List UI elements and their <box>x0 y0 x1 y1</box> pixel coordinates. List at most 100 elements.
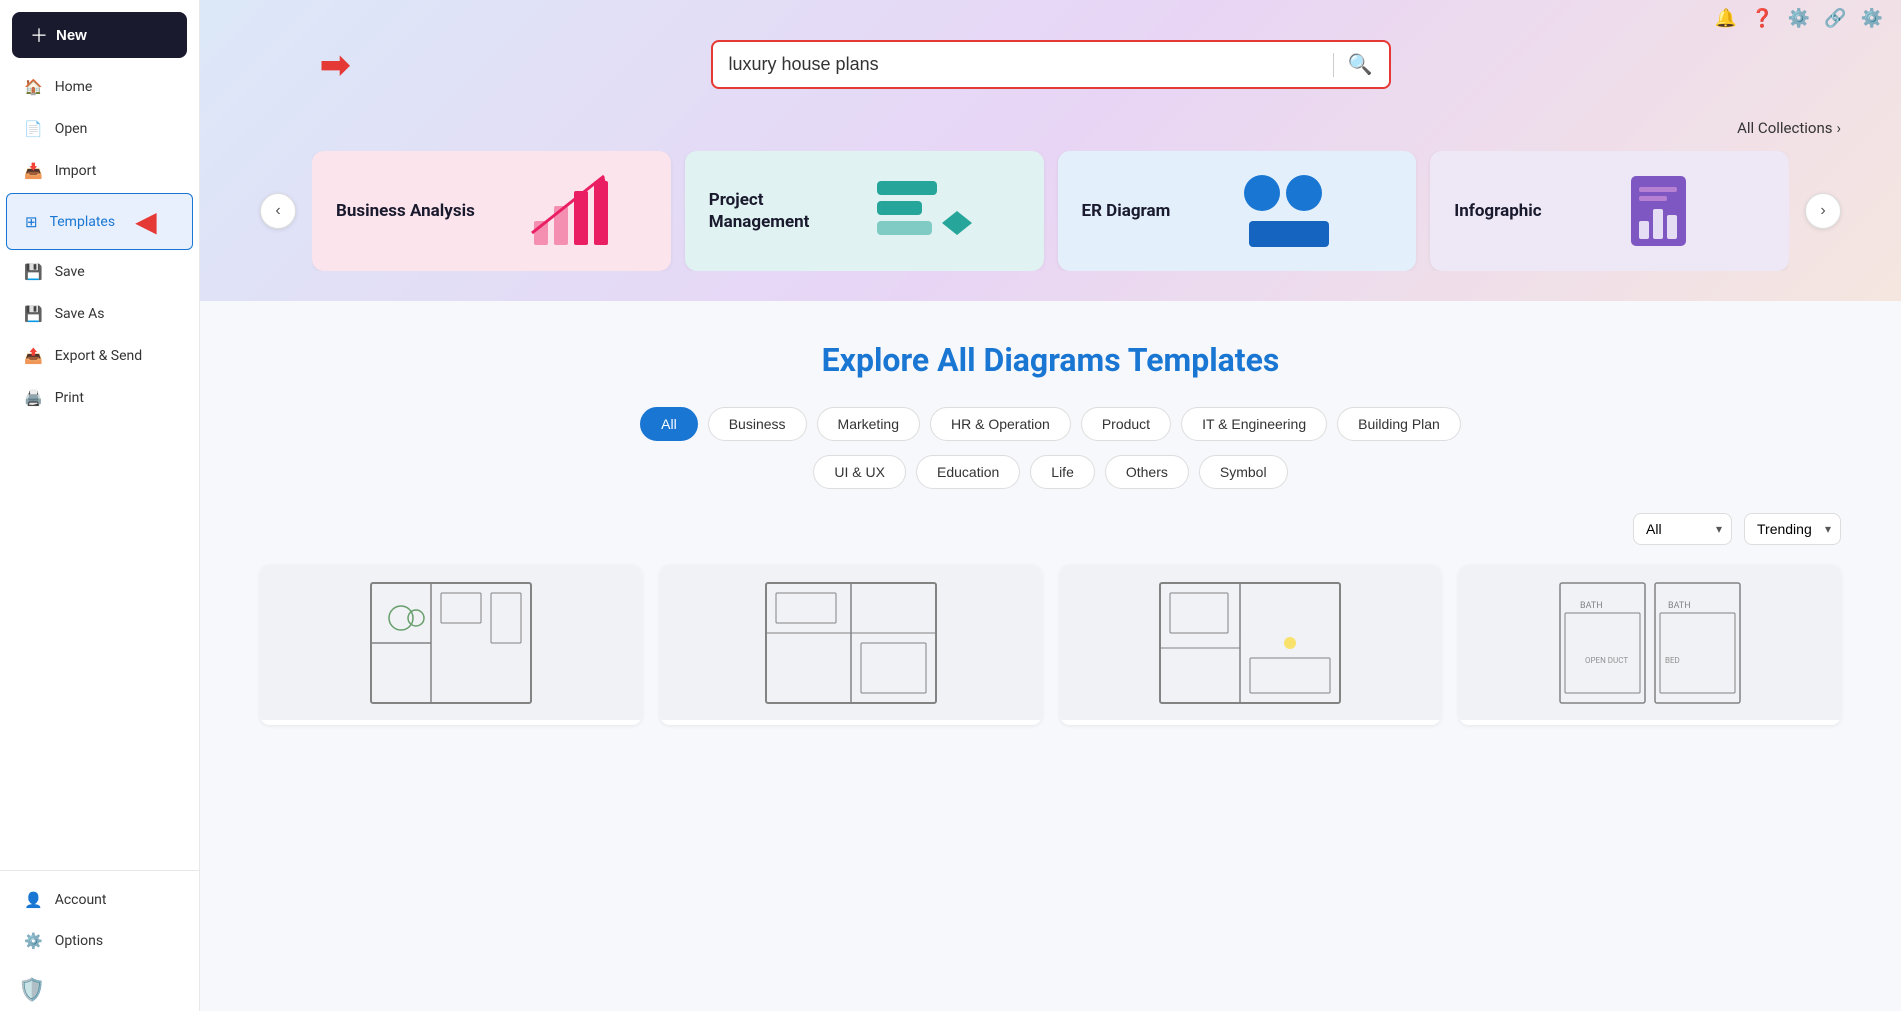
svg-text:BATH: BATH <box>1580 601 1603 611</box>
print-icon: 🖨️ <box>24 389 43 407</box>
export-icon: 📤 <box>24 347 43 365</box>
card-icon-project <box>825 171 1019 251</box>
filter-it-engineering[interactable]: IT & Engineering <box>1181 407 1327 441</box>
carousel-cards: Business Analysis <box>312 151 1789 271</box>
grid-card-3-preview <box>1060 565 1442 720</box>
card-label: Business Analysis <box>336 200 475 222</box>
sidebar-item-templates[interactable]: ⊞ Templates ◀ <box>6 193 193 250</box>
sidebar-annotation-arrow: ◀ <box>135 205 157 238</box>
settings-icon[interactable]: ⚙️ <box>1861 8 1883 29</box>
card-icon-business <box>491 171 647 251</box>
account-icon: 👤 <box>24 891 43 909</box>
filter-others[interactable]: Others <box>1105 455 1189 489</box>
search-input[interactable] <box>725 46 1323 83</box>
sidebar-item-save[interactable]: 💾 Save <box>6 252 193 292</box>
main-content: 🔔 ❓ ⚙️ 🔗 ⚙️ ➡ 🔍 All Collections <box>200 0 1901 1011</box>
sidebar-item-export[interactable]: 📤 Export & Send <box>6 336 193 376</box>
grid-card-1[interactable] <box>260 565 642 725</box>
topbar: 🔔 ❓ ⚙️ 🔗 ⚙️ <box>1697 0 1901 37</box>
notification-icon[interactable]: 🔔 <box>1715 8 1737 29</box>
grid-card-1-preview <box>260 565 642 720</box>
grid-card-2[interactable] <box>660 565 1042 725</box>
carousel-next-button[interactable]: › <box>1805 193 1841 229</box>
filter-ui-ux[interactable]: UI & UX <box>813 455 906 489</box>
type-dropdown[interactable]: All Free Premium <box>1633 513 1732 545</box>
filter-life[interactable]: Life <box>1030 455 1095 489</box>
filter-business[interactable]: Business <box>708 407 807 441</box>
filter-symbol[interactable]: Symbol <box>1199 455 1288 489</box>
grid-card-2-preview <box>660 565 1042 720</box>
dropdown-bar: All Free Premium Trending Newest Popular <box>260 513 1841 545</box>
new-label: New <box>56 27 87 44</box>
sidebar-item-account[interactable]: 👤 Account <box>6 880 193 920</box>
import-icon: 📥 <box>24 162 43 180</box>
share-icon[interactable]: 🔗 <box>1824 8 1846 29</box>
card-label: ProjectManagement <box>709 189 810 233</box>
sidebar-item-label: Templates <box>50 214 116 230</box>
grid-card-4-preview: BATH BATH OPEN DUCT BED <box>1459 565 1841 720</box>
help-icon[interactable]: ❓ <box>1751 8 1773 29</box>
svg-text:OPEN DUCT: OPEN DUCT <box>1585 656 1628 665</box>
shield-badge: 🛡️ <box>0 970 199 1011</box>
sidebar-item-label: Export & Send <box>55 348 142 364</box>
search-icon: 🔍 <box>1348 54 1373 76</box>
template-card-business-analysis[interactable]: Business Analysis <box>312 151 671 271</box>
carousel-prev-button[interactable]: ‹ <box>260 193 296 229</box>
all-collections-link[interactable]: All Collections › <box>1737 119 1841 137</box>
filter-all[interactable]: All <box>640 407 698 441</box>
explore-section: Explore All Diagrams Templates All Busin… <box>200 301 1901 765</box>
sidebar-item-options[interactable]: ⚙️ Options <box>6 921 193 961</box>
filter-product[interactable]: Product <box>1081 407 1171 441</box>
template-grid: BATH BATH OPEN DUCT BED <box>260 565 1841 725</box>
options-icon: ⚙️ <box>24 932 43 950</box>
sidebar-item-label: Import <box>55 163 97 179</box>
explore-title-plain: Explore <box>822 341 937 379</box>
svg-text:BATH: BATH <box>1668 601 1691 611</box>
filter-education[interactable]: Education <box>916 455 1020 489</box>
right-arrow-icon: ➡ <box>320 44 350 86</box>
sidebar: ＋ New 🏠 Home 📄 Open 📥 Import ⊞ Templates… <box>0 0 200 1011</box>
grid-card-3[interactable] <box>1060 565 1442 725</box>
hero-section: ➡ 🔍 All Collections › ‹ Bus <box>200 0 1901 301</box>
template-card-infographic[interactable]: Infographic <box>1430 151 1789 271</box>
sidebar-item-label: Account <box>55 892 107 908</box>
sidebar-item-import[interactable]: 📥 Import <box>6 151 193 191</box>
open-icon: 📄 <box>24 120 43 138</box>
sidebar-item-label: Print <box>55 390 84 406</box>
template-card-er-diagram[interactable]: ER Diagram <box>1058 151 1417 271</box>
filter-building-plan[interactable]: Building Plan <box>1337 407 1461 441</box>
sidebar-item-label: Home <box>55 79 93 95</box>
filter-marketing[interactable]: Marketing <box>817 407 920 441</box>
templates-icon: ⊞ <box>25 213 38 231</box>
sidebar-item-label: Options <box>55 933 103 949</box>
card-icon-infographic <box>1558 171 1765 251</box>
card-icon-er <box>1186 171 1392 251</box>
search-box: 🔍 <box>711 40 1391 89</box>
sidebar-item-open[interactable]: 📄 Open <box>6 109 193 149</box>
filter-hr-operation[interactable]: HR & Operation <box>930 407 1071 441</box>
save-as-icon: 💾 <box>24 305 43 323</box>
card-label: Infographic <box>1454 200 1541 222</box>
new-button[interactable]: ＋ New <box>12 12 187 58</box>
sort-dropdown-wrapper: Trending Newest Popular <box>1744 513 1841 545</box>
template-carousel: ‹ Business Analysis <box>260 151 1841 271</box>
search-container: ➡ 🔍 <box>260 40 1841 89</box>
search-button[interactable]: 🔍 <box>1344 48 1377 81</box>
save-icon: 💾 <box>24 263 43 281</box>
sidebar-item-save-as[interactable]: 💾 Save As <box>6 294 193 334</box>
all-collections-wrapper: All Collections › <box>260 119 1841 137</box>
home-icon: 🏠 <box>24 78 43 96</box>
sidebar-item-print[interactable]: 🖨️ Print <box>6 378 193 418</box>
integrations-icon[interactable]: ⚙️ <box>1788 8 1810 29</box>
svg-text:BED: BED <box>1665 656 1680 665</box>
explore-title: Explore All Diagrams Templates <box>260 341 1841 379</box>
sidebar-item-label: Save <box>55 264 85 280</box>
sort-dropdown[interactable]: Trending Newest Popular <box>1744 513 1841 545</box>
search-annotation: ➡ <box>320 44 350 86</box>
grid-card-4[interactable]: BATH BATH OPEN DUCT BED <box>1459 565 1841 725</box>
sidebar-item-label: Save As <box>55 306 105 322</box>
sidebar-item-home[interactable]: 🏠 Home <box>6 67 193 107</box>
sidebar-item-label: Open <box>55 121 88 137</box>
type-dropdown-wrapper: All Free Premium <box>1633 513 1732 545</box>
template-card-project-management[interactable]: ProjectManagement <box>685 151 1044 271</box>
